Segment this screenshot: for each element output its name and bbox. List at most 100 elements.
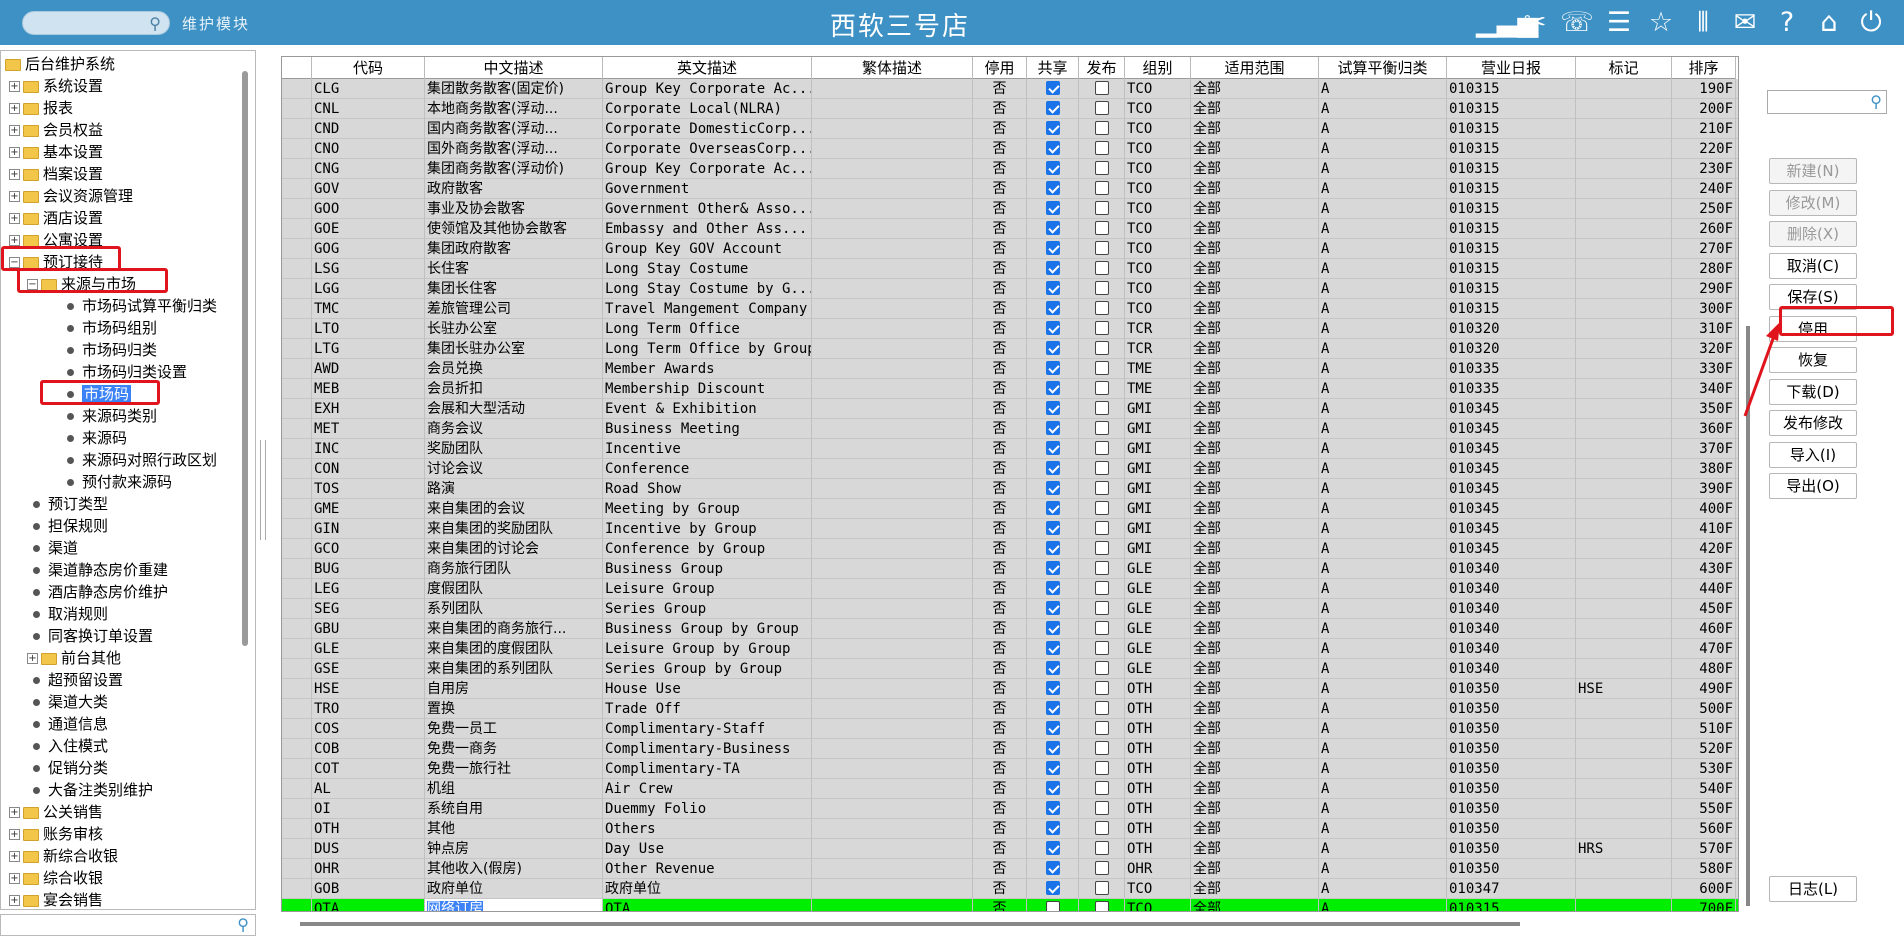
cell-cn-desc[interactable]: 钟点房	[425, 839, 603, 859]
cell-tw-desc[interactable]	[812, 719, 973, 739]
cell-sort[interactable]: 250F	[1672, 199, 1736, 219]
cell-code[interactable]: COS	[312, 719, 425, 739]
cell-tw-desc[interactable]	[812, 559, 973, 579]
cell-balance-class[interactable]: A	[1319, 439, 1447, 459]
tree-item[interactable]: + 公寓设置	[9, 229, 103, 251]
cell-sort[interactable]: 210F	[1672, 119, 1736, 139]
cell-scope[interactable]: 全部	[1191, 879, 1319, 899]
cell-en-desc[interactable]: Travel Mangement Company	[603, 299, 812, 319]
checkbox[interactable]	[1045, 721, 1060, 735]
cell-disabled[interactable]: 否	[973, 519, 1027, 539]
cell-tw-desc[interactable]	[812, 419, 973, 439]
checkbox[interactable]	[1045, 241, 1060, 255]
cell-en-desc[interactable]: Business Group	[603, 559, 812, 579]
tree-item[interactable]: + 公关销售	[9, 801, 103, 823]
row-header[interactable]	[282, 539, 312, 559]
cell-daily-report[interactable]: 010350	[1447, 739, 1576, 759]
cell-disabled[interactable]: 否	[973, 99, 1027, 119]
cell-balance-class[interactable]: A	[1319, 899, 1447, 911]
search-icon[interactable]: ⚲	[149, 14, 161, 33]
row-header[interactable]	[282, 859, 312, 879]
cell-balance-class[interactable]: A	[1319, 679, 1447, 699]
cell-daily-report[interactable]: 010340	[1447, 599, 1576, 619]
cell-shared[interactable]	[1027, 319, 1079, 339]
cell-mark[interactable]	[1576, 299, 1672, 319]
cell-publish[interactable]	[1079, 859, 1125, 879]
checkbox[interactable]	[1094, 821, 1109, 835]
cell-shared[interactable]	[1027, 799, 1079, 819]
cell-disabled[interactable]: 否	[973, 379, 1027, 399]
tree-item[interactable]: + 会议资源管理	[9, 185, 133, 207]
cell-group[interactable]: TCO	[1125, 259, 1191, 279]
cell-disabled[interactable]: 否	[973, 639, 1027, 659]
column-header-group[interactable]: 组别	[1125, 57, 1191, 79]
row-header[interactable]	[282, 759, 312, 779]
cell-group[interactable]: TCO	[1125, 119, 1191, 139]
cell-sort[interactable]: 300F	[1672, 299, 1736, 319]
cell-publish[interactable]	[1079, 419, 1125, 439]
cell-en-desc[interactable]: Complimentary-Business	[603, 739, 812, 759]
tree-item[interactable]: 市场码组别	[45, 317, 157, 339]
cell-cn-desc[interactable]: 集团长驻办公室	[425, 339, 603, 359]
cell-cn-desc[interactable]: 讨论会议	[425, 459, 603, 479]
cell-disabled[interactable]: 否	[973, 559, 1027, 579]
cell-sort[interactable]: 350F	[1672, 399, 1736, 419]
checkbox[interactable]	[1045, 901, 1060, 911]
cell-daily-report[interactable]: 010350	[1447, 799, 1576, 819]
checkbox[interactable]	[1045, 741, 1060, 755]
cell-balance-class[interactable]: A	[1319, 759, 1447, 779]
cell-scope[interactable]: 全部	[1191, 739, 1319, 759]
cell-daily-report[interactable]: 010315	[1447, 99, 1576, 119]
table-row[interactable]: AWD 会员兑换 Member Awards 否 TME 全部 A 010335 330F	[282, 359, 1738, 379]
tree-item[interactable]: 来源码	[45, 427, 127, 449]
checkbox[interactable]	[1045, 401, 1060, 415]
cell-daily-report[interactable]: 010315	[1447, 199, 1576, 219]
column-header-scope[interactable]: 适用范围	[1191, 57, 1319, 79]
checkbox[interactable]	[1045, 561, 1060, 575]
cell-tw-desc[interactable]	[812, 639, 973, 659]
cell-mark[interactable]	[1576, 819, 1672, 839]
menu-icon[interactable]: ☰	[1602, 6, 1636, 40]
cell-scope[interactable]: 全部	[1191, 719, 1319, 739]
table-row[interactable]: CNL 本地商务散客(浮动... Corporate Local(NLRA) 否 TCO…	[282, 99, 1738, 119]
cell-en-desc[interactable]: Incentive by Group	[603, 519, 812, 539]
tree-item[interactable]: 来源码对照行政区划	[45, 449, 217, 471]
table-row[interactable]: GOB 政府单位 政府单位否 TCO 全部 A 010347 600F	[282, 879, 1738, 899]
row-header[interactable]	[282, 599, 312, 619]
cell-cn-desc[interactable]: 集团政府散客	[425, 239, 603, 259]
cell-en-desc[interactable]: Event & Exhibition	[603, 399, 812, 419]
cell-shared[interactable]	[1027, 679, 1079, 699]
checkbox[interactable]	[1094, 521, 1109, 535]
cell-tw-desc[interactable]	[812, 679, 973, 699]
cell-scope[interactable]: 全部	[1191, 639, 1319, 659]
cell-scope[interactable]: 全部	[1191, 359, 1319, 379]
checkbox[interactable]	[1094, 341, 1109, 355]
cell-shared[interactable]	[1027, 559, 1079, 579]
cell-mark[interactable]	[1576, 159, 1672, 179]
cell-balance-class[interactable]: A	[1319, 299, 1447, 319]
cell-code[interactable]: GOE	[312, 219, 425, 239]
checkbox[interactable]	[1045, 661, 1060, 675]
cell-en-desc[interactable]: Complimentary-TA	[603, 759, 812, 779]
export-button[interactable]: 导出(O)	[1769, 473, 1857, 499]
cell-balance-class[interactable]: A	[1319, 719, 1447, 739]
cell-group[interactable]: GMI	[1125, 439, 1191, 459]
mail-icon[interactable]: ✉	[1728, 6, 1762, 40]
cell-balance-class[interactable]: A	[1319, 659, 1447, 679]
column-header-disabled[interactable]: 停用	[973, 57, 1027, 79]
cell-cn-desc[interactable]: 政府单位	[425, 879, 603, 899]
cell-publish[interactable]	[1079, 139, 1125, 159]
cell-disabled[interactable]: 否	[973, 459, 1027, 479]
cell-daily-report[interactable]: 010340	[1447, 659, 1576, 679]
cell-tw-desc[interactable]	[812, 279, 973, 299]
cell-group[interactable]: TCO	[1125, 879, 1191, 899]
column-header-shared[interactable]: 共享	[1027, 57, 1079, 79]
cell-tw-desc[interactable]	[812, 899, 973, 911]
cell-publish[interactable]	[1079, 899, 1125, 911]
cell-disabled[interactable]: 否	[973, 759, 1027, 779]
cell-scope[interactable]: 全部	[1191, 179, 1319, 199]
cell-en-desc[interactable]: Long Stay Costume by G...	[603, 279, 812, 299]
cell-shared[interactable]	[1027, 779, 1079, 799]
cell-en-desc[interactable]: Leisure Group by Group	[603, 639, 812, 659]
cell-daily-report[interactable]: 010315	[1447, 139, 1576, 159]
